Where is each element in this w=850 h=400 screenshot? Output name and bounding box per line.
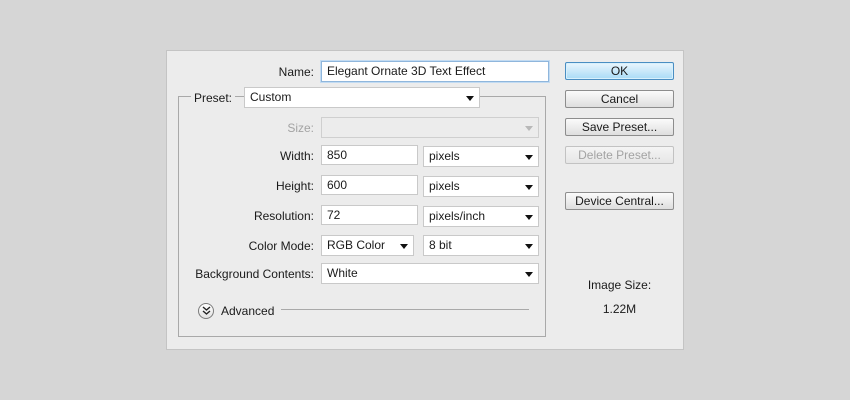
background-contents-label: Background Contents: [195,267,314,281]
advanced-toggle-button[interactable] [198,303,214,319]
device-central-button[interactable]: Device Central... [565,192,674,210]
bit-depth-value: 8 bit [429,238,452,252]
width-unit-select[interactable]: pixels [423,146,539,167]
resolution-unit-select[interactable]: pixels/inch [423,206,539,227]
name-label: Name: [278,65,314,79]
color-mode-select[interactable]: RGB Color [321,235,414,256]
new-document-dialog: Name: Elegant Ornate 3D Text Effect Pres… [166,50,684,350]
width-label: Width: [279,149,314,163]
preset-label: Preset: [190,91,235,105]
chevron-down-icon [525,155,533,160]
bit-depth-select[interactable]: 8 bit [423,235,539,256]
size-label: Size: [287,121,314,135]
chevron-down-icon [400,244,408,249]
chevron-down-icon [525,126,533,131]
resolution-unit-value: pixels/inch [429,209,486,223]
ok-button[interactable]: OK [565,62,674,80]
chevron-down-icon [466,96,474,101]
image-size-label: Image Size: [587,278,652,292]
advanced-divider [281,309,529,310]
width-input[interactable]: 850 [321,145,418,165]
height-input[interactable]: 600 [321,175,418,195]
delete-preset-button: Delete Preset... [565,146,674,164]
name-input[interactable]: Elegant Ornate 3D Text Effect [321,61,549,82]
width-unit-value: pixels [429,149,460,163]
background-contents-value: White [327,266,358,280]
size-select [321,117,539,138]
advanced-label[interactable]: Advanced [221,304,274,318]
chevron-down-icon [525,244,533,249]
save-preset-button[interactable]: Save Preset... [565,118,674,136]
height-unit-select[interactable]: pixels [423,176,539,197]
color-mode-value: RGB Color [327,238,386,252]
double-chevron-down-icon [202,306,211,315]
resolution-input[interactable]: 72 [321,205,418,225]
preset-value: Custom [250,90,292,104]
chevron-down-icon [525,185,533,190]
resolution-label: Resolution: [253,209,314,223]
preset-select[interactable]: Custom [244,87,480,108]
image-size-value: 1.22M [602,302,637,316]
height-unit-value: pixels [429,179,460,193]
chevron-down-icon [525,215,533,220]
background-contents-select[interactable]: White [321,263,539,284]
color-mode-label: Color Mode: [248,239,314,253]
chevron-down-icon [525,272,533,277]
height-label: Height: [275,179,314,193]
cancel-button[interactable]: Cancel [565,90,674,108]
